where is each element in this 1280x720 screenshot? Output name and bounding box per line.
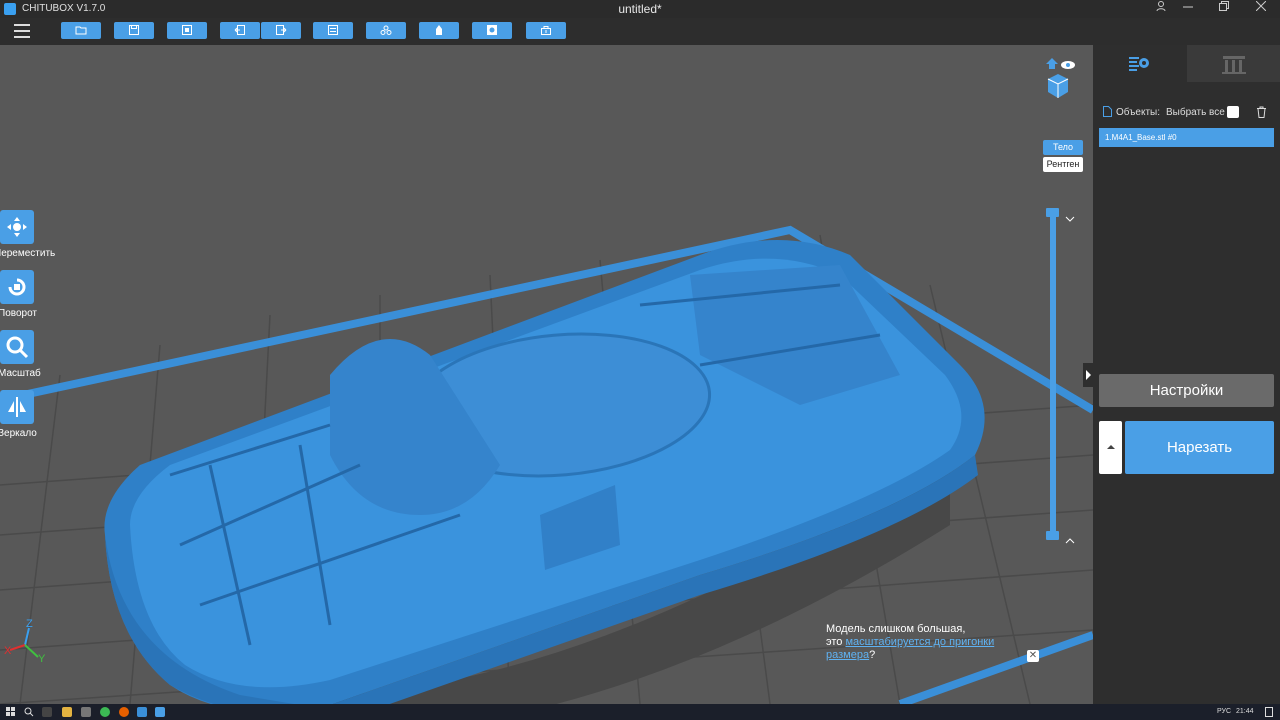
scale-tool-label: Масштаб xyxy=(0,368,41,379)
dig-hole-button[interactable] xyxy=(472,22,512,39)
chrome-icon[interactable] xyxy=(100,707,110,717)
settings-list-icon xyxy=(1129,57,1149,71)
chevron-down-icon[interactable] xyxy=(1065,209,1075,227)
notice-close-icon[interactable]: ✕ xyxy=(1027,650,1039,662)
scale-tool-button[interactable] xyxy=(0,330,34,364)
taskview-icon[interactable] xyxy=(42,707,52,717)
store-icon[interactable] xyxy=(81,707,91,717)
undo-icon xyxy=(234,25,245,35)
windows-start-icon[interactable] xyxy=(6,707,16,717)
chitubox-taskbar-icon[interactable] xyxy=(155,707,165,717)
tasks-icon[interactable] xyxy=(137,707,147,717)
notice-prefix: это xyxy=(826,636,846,648)
title-bar: CHITUBOX V1.7.0 untitled* xyxy=(0,0,1280,18)
rotate-tool-button[interactable] xyxy=(0,270,34,304)
tab-objects[interactable] xyxy=(1093,45,1187,82)
folder-icon xyxy=(75,26,87,35)
layout-button[interactable] xyxy=(313,22,353,39)
axis-gizmo xyxy=(9,627,39,658)
panel-collapse-handle[interactable] xyxy=(1083,363,1093,387)
axis-z-label: Z xyxy=(26,618,33,630)
user-icon[interactable] xyxy=(1150,1,1172,17)
right-panel: Объекты: Выбрать все 1.M4A1_Base.stl #0 … xyxy=(1083,45,1280,704)
hollow-icon xyxy=(436,25,442,35)
slice-options-button[interactable] xyxy=(1099,421,1122,474)
notifications-icon[interactable] xyxy=(1265,707,1273,717)
base-icon xyxy=(541,26,551,35)
save-file-button[interactable] xyxy=(114,22,154,39)
mirror-icon xyxy=(8,397,26,417)
notice-line-2: это масштабируется до пригонки размера? xyxy=(826,636,1026,662)
supports-icon xyxy=(380,25,392,35)
object-list-item[interactable]: 1.M4A1_Base.stl #0 xyxy=(1099,128,1274,147)
3d-viewport[interactable]: Z X Y xyxy=(0,45,1093,704)
save-icon xyxy=(129,25,139,35)
trash-icon[interactable] xyxy=(1256,106,1267,118)
select-all-label: Выбрать все xyxy=(1166,107,1225,118)
solid-view-toggle[interactable]: Тело xyxy=(1043,140,1083,155)
axis-x-label: X xyxy=(4,645,12,657)
layout-icon xyxy=(328,25,338,35)
layer-slider-track[interactable] xyxy=(1050,212,1056,536)
objects-label: Объекты: xyxy=(1116,107,1161,118)
move-icon xyxy=(7,217,27,237)
open-file-button[interactable] xyxy=(61,22,101,39)
file-explorer-icon[interactable] xyxy=(62,707,72,717)
import-model-button[interactable] xyxy=(167,22,207,39)
supports-button[interactable] xyxy=(366,22,406,39)
supports-pillars-icon xyxy=(1222,56,1246,74)
mirror-tool-button[interactable] xyxy=(0,390,34,424)
rotate-icon xyxy=(8,278,26,296)
minimize-icon[interactable] xyxy=(1177,1,1199,17)
document-icon xyxy=(1103,106,1112,117)
notice-line-1: Модель слишком большая, xyxy=(826,623,966,635)
settings-button[interactable]: Настройки xyxy=(1099,374,1274,407)
hamburger-menu-icon[interactable] xyxy=(14,24,30,38)
hole-icon xyxy=(487,25,497,35)
axis-y-label: Y xyxy=(38,653,46,665)
layer-slider-bottom-handle[interactable] xyxy=(1046,531,1059,540)
undo-button[interactable] xyxy=(220,22,260,39)
slice-button[interactable]: Нарезать xyxy=(1125,421,1274,474)
chevron-up-icon[interactable] xyxy=(1065,531,1075,549)
scale-to-fit-link[interactable]: масштабируется до пригонки размера xyxy=(826,636,994,661)
os-taskbar: РУС 21:44 xyxy=(0,704,1280,720)
document-title: untitled* xyxy=(618,2,662,16)
notice-suffix: ? xyxy=(869,649,876,661)
view-cube-icon[interactable] xyxy=(1040,58,1076,100)
move-tool-label: Переместить xyxy=(0,248,56,259)
clock[interactable]: 21:44 xyxy=(1236,708,1254,715)
firefox-icon[interactable] xyxy=(119,707,129,717)
scale-to-fit-notice: Модель слишком большая, это масштабирует… xyxy=(826,623,1026,662)
import-icon xyxy=(182,25,192,35)
layer-slider-top-handle[interactable] xyxy=(1046,208,1059,217)
mirror-tool-label: Зеркало xyxy=(0,428,37,439)
xray-view-toggle[interactable]: Рентген xyxy=(1043,157,1083,172)
redo-button[interactable] xyxy=(261,22,301,39)
language-indicator[interactable]: РУС xyxy=(1217,708,1231,715)
select-all-checkbox[interactable] xyxy=(1227,106,1239,118)
hollow-button[interactable] xyxy=(419,22,459,39)
tab-supports[interactable] xyxy=(1187,45,1280,82)
close-icon[interactable] xyxy=(1250,0,1272,17)
add-base-button[interactable] xyxy=(526,22,566,39)
search-icon[interactable] xyxy=(24,707,34,717)
main-toolbar xyxy=(0,18,1280,45)
redo-icon xyxy=(276,25,287,35)
build-plate-scene xyxy=(0,225,1093,704)
objects-header: Объекты: Выбрать все xyxy=(1101,105,1273,121)
rotate-tool-label: Поворот xyxy=(0,308,37,319)
restore-icon[interactable] xyxy=(1213,1,1235,17)
scale-icon xyxy=(6,336,29,359)
move-tool-button[interactable] xyxy=(0,210,34,244)
